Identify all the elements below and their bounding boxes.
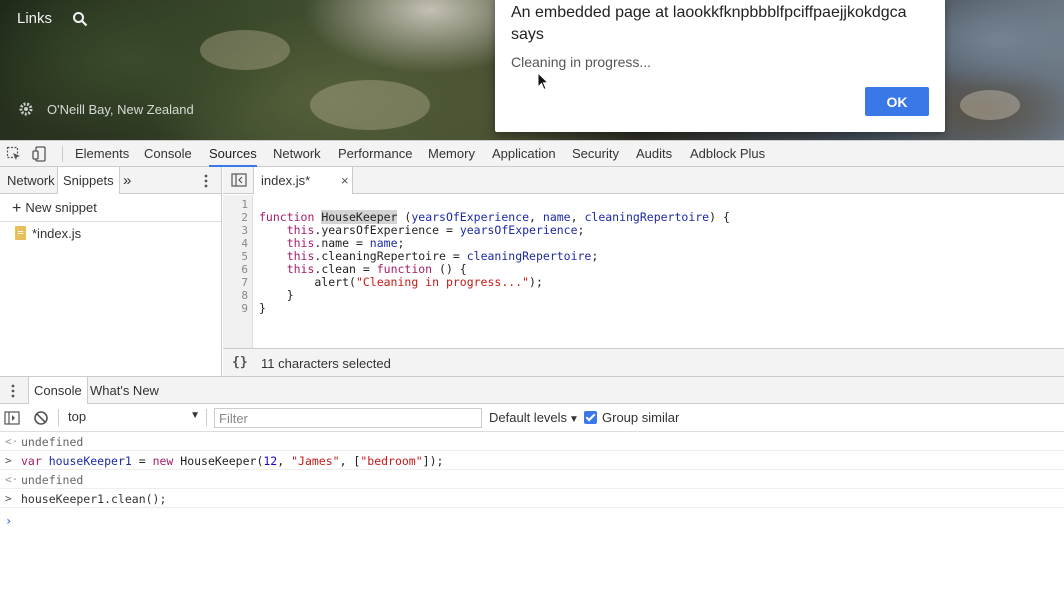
result-arrow-icon: <· <box>5 435 19 448</box>
line-number: 5 <box>241 250 248 263</box>
code-line: } <box>259 301 266 315</box>
close-tab-icon[interactable]: × <box>341 173 349 188</box>
clear-console-icon[interactable] <box>33 410 49 426</box>
device-toolbar-icon[interactable] <box>32 146 48 162</box>
plus-icon: + <box>12 200 22 217</box>
line-number: 6 <box>241 263 248 276</box>
tab-application[interactable]: Application <box>492 141 556 167</box>
input-chevron-icon: > <box>5 492 12 505</box>
context-value: top <box>68 409 87 424</box>
more-options-icon[interactable] <box>201 174 211 188</box>
snippet-file-icon <box>15 226 26 240</box>
console-drawer: Console What's New top ▼ Default levels▼ <box>0 376 1064 607</box>
code-line: alert("Cleaning in progress..."); <box>259 275 543 289</box>
tab-adblock-plus[interactable]: Adblock Plus <box>690 141 765 167</box>
input-chevron-icon: > <box>5 454 12 467</box>
inspect-element-icon[interactable] <box>6 146 22 162</box>
line-number: 8 <box>241 289 248 302</box>
console-toolbar: top ▼ Default levels▼ Group similar <box>0 404 1064 432</box>
photo-location[interactable]: O'Neill Bay, New Zealand <box>47 102 194 117</box>
new-snippet-label: New snippet <box>25 200 97 215</box>
sources-navigator: Network Snippets » + New snippet *index.j… <box>0 167 222 376</box>
links-link[interactable]: Links <box>17 10 52 27</box>
tab-performance[interactable]: Performance <box>338 141 412 167</box>
filter-input[interactable] <box>214 408 482 428</box>
nav-tab-network[interactable]: Network <box>7 167 55 194</box>
console-input-text: var houseKeeper1 = new HouseKeeper(12, "… <box>21 454 444 468</box>
search-icon[interactable] <box>72 11 88 27</box>
tab-sources[interactable]: Sources <box>209 141 257 167</box>
drawer-menu-icon[interactable] <box>6 383 20 399</box>
group-similar-label: Group similar <box>602 410 680 425</box>
alert-message: Cleaning in progress... <box>511 54 652 70</box>
tab-elements[interactable]: Elements <box>75 141 129 167</box>
new-snippet-button[interactable]: + New snippet <box>12 200 97 218</box>
editor-tab-label: index.js* <box>261 173 311 188</box>
code-editor: index.js* × 1 2 3 4 5 6 7 8 9 function H… <box>223 167 1064 376</box>
tab-console[interactable]: Console <box>144 141 192 167</box>
console-result-row: <· undefined <box>0 432 1064 451</box>
nav-tab-snippets[interactable]: Snippets <box>57 167 120 194</box>
line-number: 3 <box>241 224 248 237</box>
line-number: 4 <box>241 237 248 250</box>
line-number: 2 <box>241 211 248 224</box>
tab-memory[interactable]: Memory <box>428 141 475 167</box>
mouse-cursor-icon <box>537 72 550 91</box>
console-input-text: houseKeeper1.clean(); <box>21 492 167 506</box>
pretty-print-button[interactable]: {} <box>232 355 248 370</box>
line-number-gutter: 1 2 3 4 5 6 7 8 9 <box>223 195 253 348</box>
selection-status: 11 characters selected <box>261 356 391 371</box>
result-arrow-icon: <· <box>5 473 19 486</box>
ok-button[interactable]: OK <box>865 87 929 116</box>
group-similar-checkbox[interactable] <box>584 411 597 424</box>
snippet-file-label: *index.js <box>32 226 82 241</box>
console-input-row: > var houseKeeper1 = new HouseKeeper(12,… <box>0 451 1064 470</box>
toggle-navigator-icon[interactable] <box>231 173 247 187</box>
line-number: 1 <box>241 198 248 211</box>
context-select[interactable]: top ▼ <box>68 409 200 427</box>
code-area[interactable]: 1 2 3 4 5 6 7 8 9 function HouseKeeper (… <box>223 195 1064 348</box>
dropdown-arrow-icon: ▼ <box>569 414 579 425</box>
editor-tab-index-js[interactable]: index.js* × <box>253 167 353 194</box>
toolbar-divider <box>62 146 63 162</box>
alert-title: An embedded page at laookkfknpbbblfpciff… <box>511 4 907 43</box>
log-levels-label: Default levels <box>489 410 568 425</box>
more-tabs-chevron-icon[interactable]: » <box>123 167 131 194</box>
navigator-divider <box>0 221 221 222</box>
dropdown-arrow-icon: ▼ <box>190 410 200 421</box>
log-levels-dropdown[interactable]: Default levels ▼ <box>489 410 579 425</box>
devtools-panel: Elements Console Sources Network Perform… <box>0 140 1064 607</box>
tab-network[interactable]: Network <box>273 141 321 167</box>
tab-security[interactable]: Security <box>572 141 619 167</box>
show-sidebar-icon[interactable] <box>4 410 20 426</box>
console-result-row: <· undefined <box>0 470 1064 489</box>
line-number: 7 <box>241 276 248 289</box>
drawer-tab-whats-new[interactable]: What's New <box>90 377 159 404</box>
drawer-tabbar: Console What's New <box>0 377 1064 404</box>
toolbar-divider <box>58 409 59 426</box>
console-result-text: undefined <box>21 435 84 449</box>
line-number: 9 <box>241 302 248 315</box>
tab-audits[interactable]: Audits <box>636 141 672 167</box>
navigator-tabs: Network Snippets » <box>0 167 221 194</box>
console-prompt-icon[interactable]: › <box>5 514 12 528</box>
devtools-main-tabbar: Elements Console Sources Network Perform… <box>0 140 1064 167</box>
console-result-text: undefined <box>21 473 84 487</box>
snippet-file-item[interactable]: *index.js <box>15 226 81 241</box>
toolbar-divider <box>206 409 207 426</box>
editor-tabbar: index.js* × <box>223 167 1064 194</box>
gear-icon[interactable] <box>18 101 34 117</box>
console-input-row: > houseKeeper1.clean(); <box>0 489 1064 508</box>
drawer-tab-console[interactable]: Console <box>28 377 88 404</box>
console-messages[interactable]: <· undefined > var houseKeeper1 = new Ho… <box>0 432 1064 607</box>
alert-dialog: An embedded page at laookkfknpbbblfpciff… <box>495 0 945 132</box>
editor-status-bar: {} 11 characters selected <box>223 348 1064 376</box>
